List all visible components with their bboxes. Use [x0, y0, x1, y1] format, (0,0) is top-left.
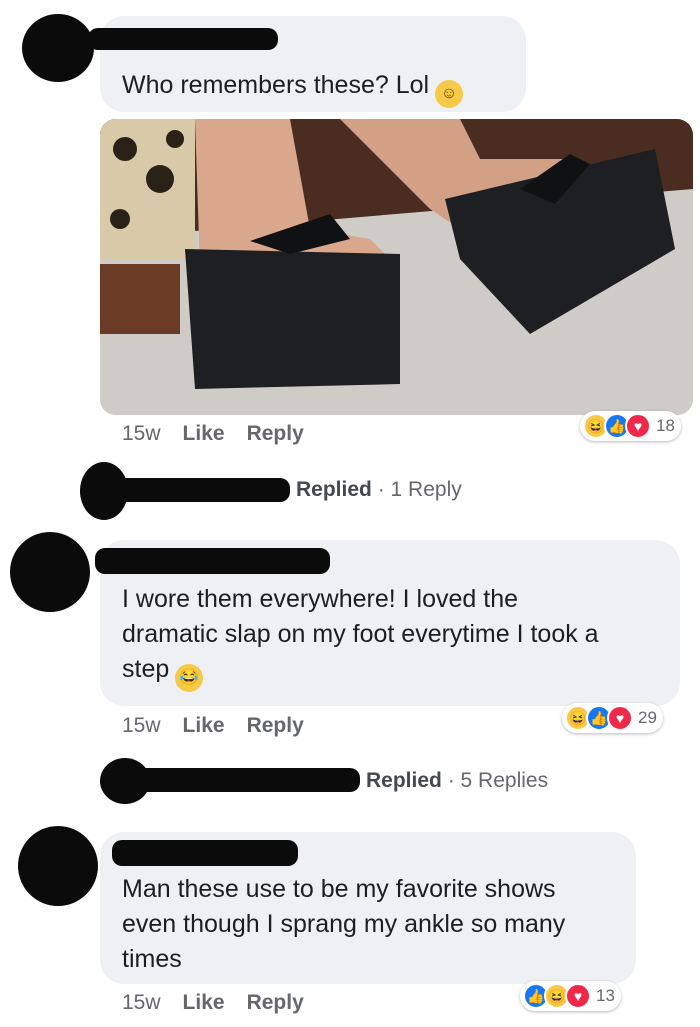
comment-text: Man these use to be my favorite shows ev… [122, 875, 566, 973]
author-name-redacted [88, 28, 278, 50]
comment-meta: 15w Like Reply [122, 991, 304, 1015]
avatar-redacted [22, 14, 94, 82]
comment-text: Who remembers these? Lol ☺ [122, 68, 464, 108]
like-button[interactable]: Like [183, 422, 225, 445]
comment-text: I wore them everywhere! I loved the dram… [122, 582, 599, 692]
author-name-redacted [95, 548, 330, 574]
like-button[interactable]: Like [183, 991, 225, 1014]
replied-label: Replied [296, 478, 372, 501]
reaction-summary[interactable]: 😆 👍 ♥ 29 [562, 703, 663, 733]
reaction-count: 18 [656, 416, 675, 435]
like-button[interactable]: Like [183, 714, 225, 737]
replies-count: 1 Reply [390, 478, 462, 501]
tears-of-joy-face-icon: 😂 [175, 664, 204, 692]
reaction-count: 13 [596, 986, 615, 1005]
love-reaction-icon: ♥ [625, 413, 651, 439]
comment-meta: 15w Like Reply [122, 714, 304, 738]
avatar-redacted [18, 826, 98, 906]
replies-link[interactable]: Replied · 5 Replies [366, 769, 548, 793]
replier-name-redacted [130, 768, 360, 792]
love-reaction-icon: ♥ [607, 705, 633, 731]
replies-count: 5 Replies [460, 769, 549, 792]
comment-time: 15w [122, 714, 161, 737]
comment-time: 15w [122, 991, 161, 1014]
comment-meta: 15w Like Reply [122, 422, 304, 446]
reaction-summary[interactable]: 😆 👍 ♥ 18 [580, 411, 681, 441]
comment-time: 15w [122, 422, 161, 445]
replier-name-redacted [110, 478, 290, 502]
reaction-count: 29 [638, 708, 657, 727]
reaction-summary[interactable]: 👍 😆 ♥ 13 [520, 981, 621, 1011]
replies-link[interactable]: Replied · 1 Reply [296, 478, 462, 502]
attached-photo[interactable] [100, 119, 693, 415]
love-reaction-icon: ♥ [565, 983, 591, 1009]
separator: · [447, 769, 455, 792]
platform-sandals-image [100, 119, 693, 415]
replied-label: Replied [366, 769, 442, 792]
reply-button[interactable]: Reply [247, 991, 304, 1014]
author-name-redacted [112, 840, 298, 866]
reply-button[interactable]: Reply [247, 714, 304, 737]
grinning-face-icon: ☺ [435, 80, 464, 108]
avatar-redacted [10, 532, 90, 612]
separator: · [377, 478, 385, 501]
reply-button[interactable]: Reply [247, 422, 304, 445]
